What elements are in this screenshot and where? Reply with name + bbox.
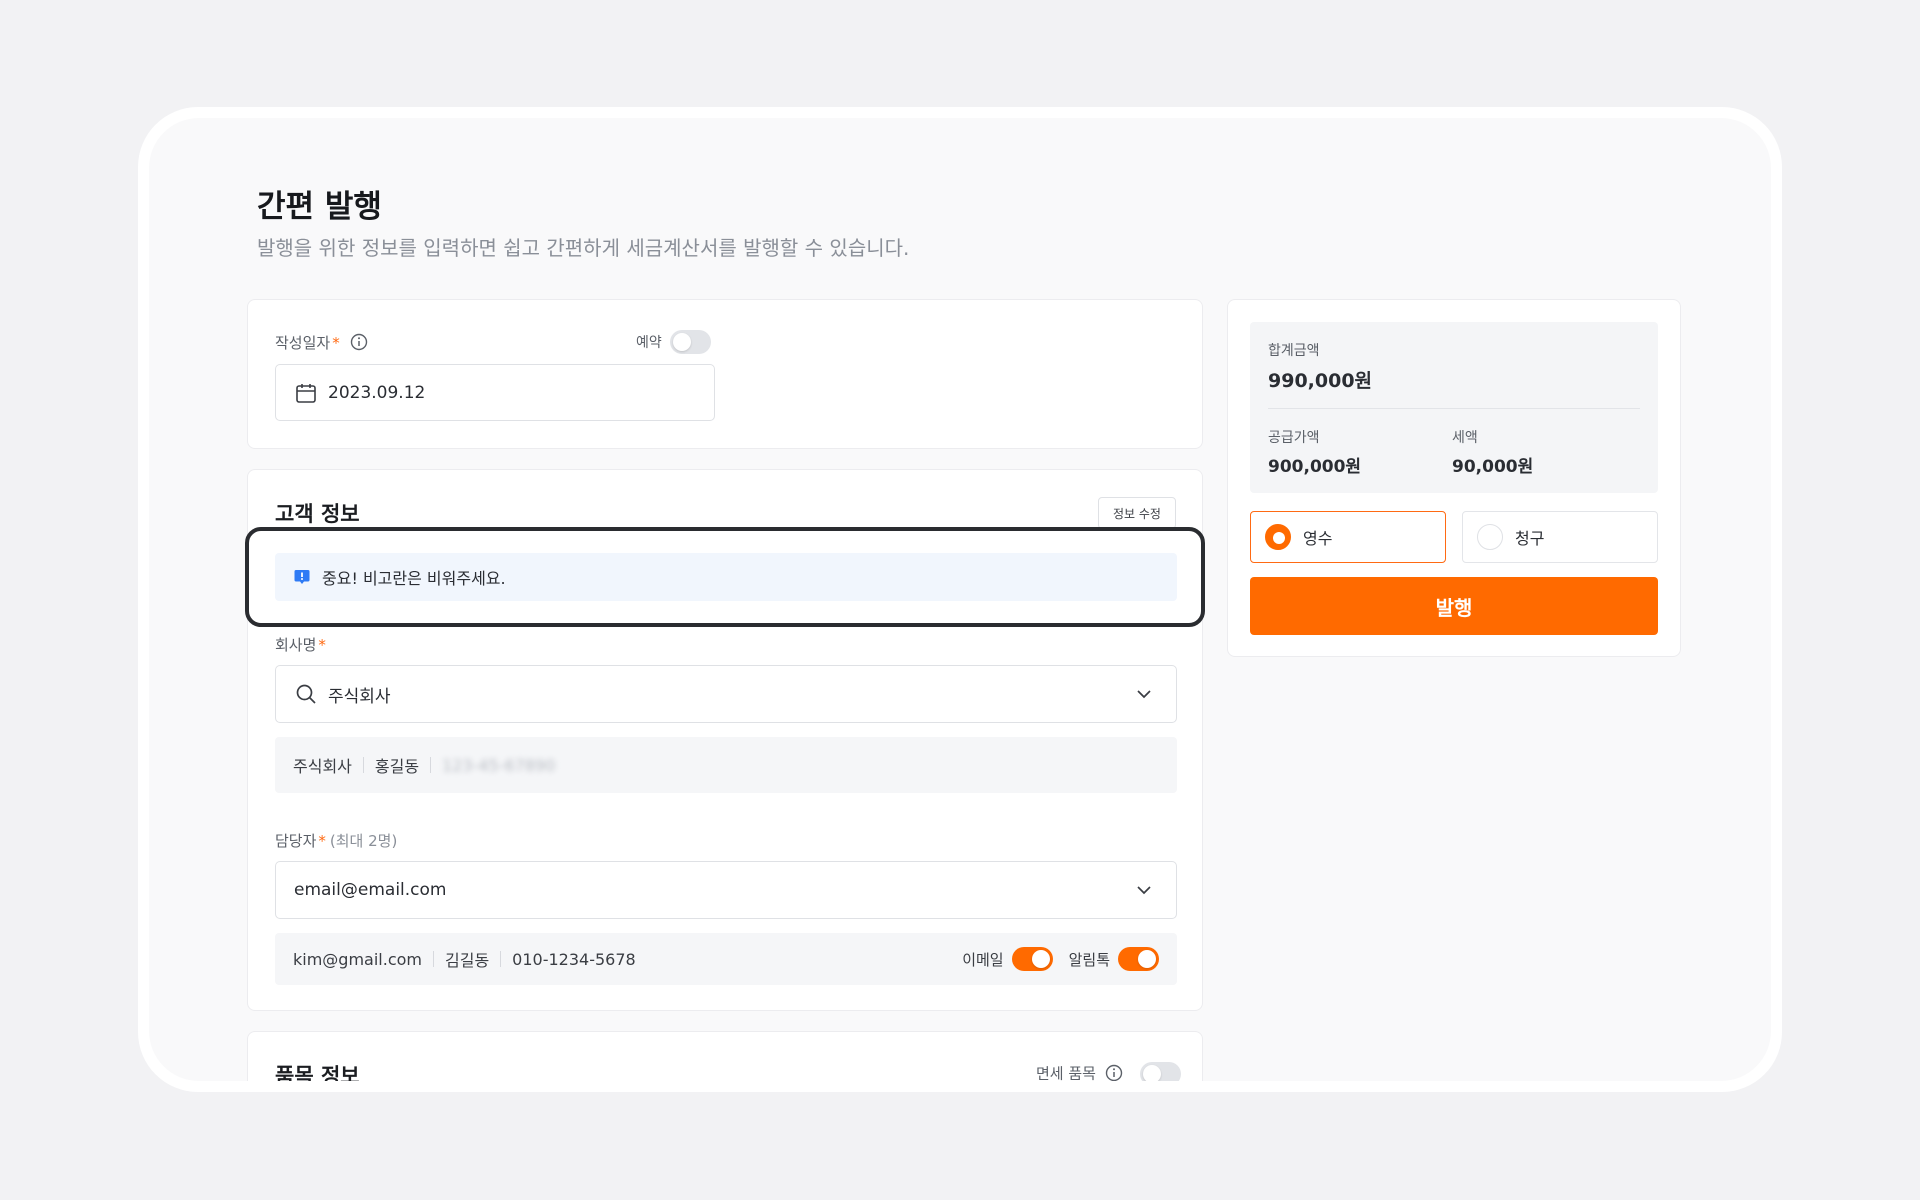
company-value: 주식회사 <box>328 686 391 707</box>
company-detail-representative: 홍길동 <box>374 757 420 776</box>
focus-highlight <box>245 527 1205 627</box>
supply-value: 900,000원 <box>1268 457 1362 477</box>
date-label-text: 작성일자 <box>275 334 331 352</box>
required-mark: * <box>318 636 326 654</box>
required-mark: * <box>318 832 326 850</box>
company-detail-masked: 123-45-67890 <box>442 755 556 775</box>
page-description: 발행을 위한 정보를 입력하면 쉽고 간편하게 세금계산서를 발행할 수 있습니… <box>257 236 910 260</box>
total-value: 990,000원 <box>1268 370 1373 392</box>
company-detail-row: 주식회사 홍길동 123-45-67890 <box>275 737 1177 793</box>
manager-phone: 010-1234-5678 <box>512 949 636 969</box>
calendar-icon <box>296 383 316 403</box>
manager-field-label: 담당자 * (최대 2명) <box>275 830 397 851</box>
receipt-option-label: 영수 <box>1303 529 1333 548</box>
edit-info-button[interactable]: 정보 수정 <box>1098 497 1176 529</box>
company-detail-name: 주식회사 <box>293 757 352 776</box>
invoice-option[interactable]: 청구 <box>1462 511 1658 563</box>
reserve-toggle[interactable] <box>669 330 711 354</box>
tax-free-toggle[interactable] <box>1139 1062 1181 1081</box>
manager-select[interactable]: email@email.com <box>275 861 1177 919</box>
alimtalk-toggle-label: 알림톡 <box>1068 950 1110 969</box>
total-label: 합계금액 <box>1268 343 1320 359</box>
invoice-option-label: 청구 <box>1515 529 1545 548</box>
divider <box>362 757 364 773</box>
tax-free-control: 면세 품목 <box>1036 1062 1181 1081</box>
radio-unselected-icon <box>1477 524 1503 550</box>
search-icon <box>296 684 316 704</box>
chevron-down-icon <box>1137 690 1151 699</box>
manager-label-text: 담당자 <box>275 832 317 850</box>
date-input[interactable]: 2023.09.12 <box>275 364 715 421</box>
items-card: 품목 정보 면세 품목 <box>247 1031 1203 1081</box>
reserve-control: 예약 <box>636 330 711 354</box>
summary-card: 합계금액 990,000원 공급가액 900,000원 세액 90,000원 영… <box>1227 299 1681 657</box>
manager-email: kim@gmail.com <box>293 949 422 969</box>
tax-free-label: 면세 품목 <box>1036 1064 1096 1082</box>
company-label-text: 회사명 <box>275 636 317 654</box>
date-field-label: 작성일자 * <box>275 332 368 353</box>
email-toggle-label: 이메일 <box>962 950 1004 969</box>
manager-name: 김길동 <box>445 951 490 970</box>
window-frame: 간편 발행 발행을 위한 정보를 입력하면 쉽고 간편하게 세금계산서를 발행할… <box>138 107 1782 1092</box>
company-search-select[interactable]: 주식회사 <box>275 665 1177 723</box>
amount-summary: 합계금액 990,000원 공급가액 900,000원 세액 90,000원 <box>1250 322 1658 493</box>
reserve-label: 예약 <box>636 334 662 351</box>
date-value: 2023.09.12 <box>328 382 426 403</box>
email-notify-toggle[interactable] <box>1011 947 1053 971</box>
tax-value: 90,000원 <box>1452 457 1534 477</box>
customer-section-title: 고객 정보 <box>275 502 360 526</box>
required-mark: * <box>332 334 340 352</box>
radio-selected-icon <box>1265 524 1291 550</box>
company-field-label: 회사명 * <box>275 634 326 655</box>
manager-limit-note: (최대 2명) <box>329 832 398 850</box>
divider <box>500 951 502 967</box>
tax-label: 세액 <box>1452 430 1478 446</box>
items-section-title: 품목 정보 <box>275 1064 360 1081</box>
page-title: 간편 발행 <box>257 189 382 225</box>
page-canvas: 간편 발행 발행을 위한 정보를 입력하면 쉽고 간편하게 세금계산서를 발행할… <box>149 118 1771 1081</box>
info-circle-icon[interactable] <box>350 333 368 351</box>
divider <box>430 757 432 773</box>
supply-label: 공급가액 <box>1268 430 1320 446</box>
manager-value: email@email.com <box>294 880 447 900</box>
info-circle-icon[interactable] <box>1105 1064 1123 1082</box>
chevron-down-icon <box>1137 886 1151 895</box>
divider <box>433 951 434 967</box>
summary-divider <box>1268 408 1640 409</box>
receipt-option[interactable]: 영수 <box>1250 511 1446 563</box>
issue-button[interactable]: 발행 <box>1250 577 1658 635</box>
date-card: 작성일자 * 예약 2023.09.12 <box>247 299 1203 449</box>
alimtalk-notify-toggle[interactable] <box>1118 947 1159 971</box>
manager-detail-row: kim@gmail.com 김길동 010-1234-5678 이메일 알림톡 <box>275 933 1177 985</box>
